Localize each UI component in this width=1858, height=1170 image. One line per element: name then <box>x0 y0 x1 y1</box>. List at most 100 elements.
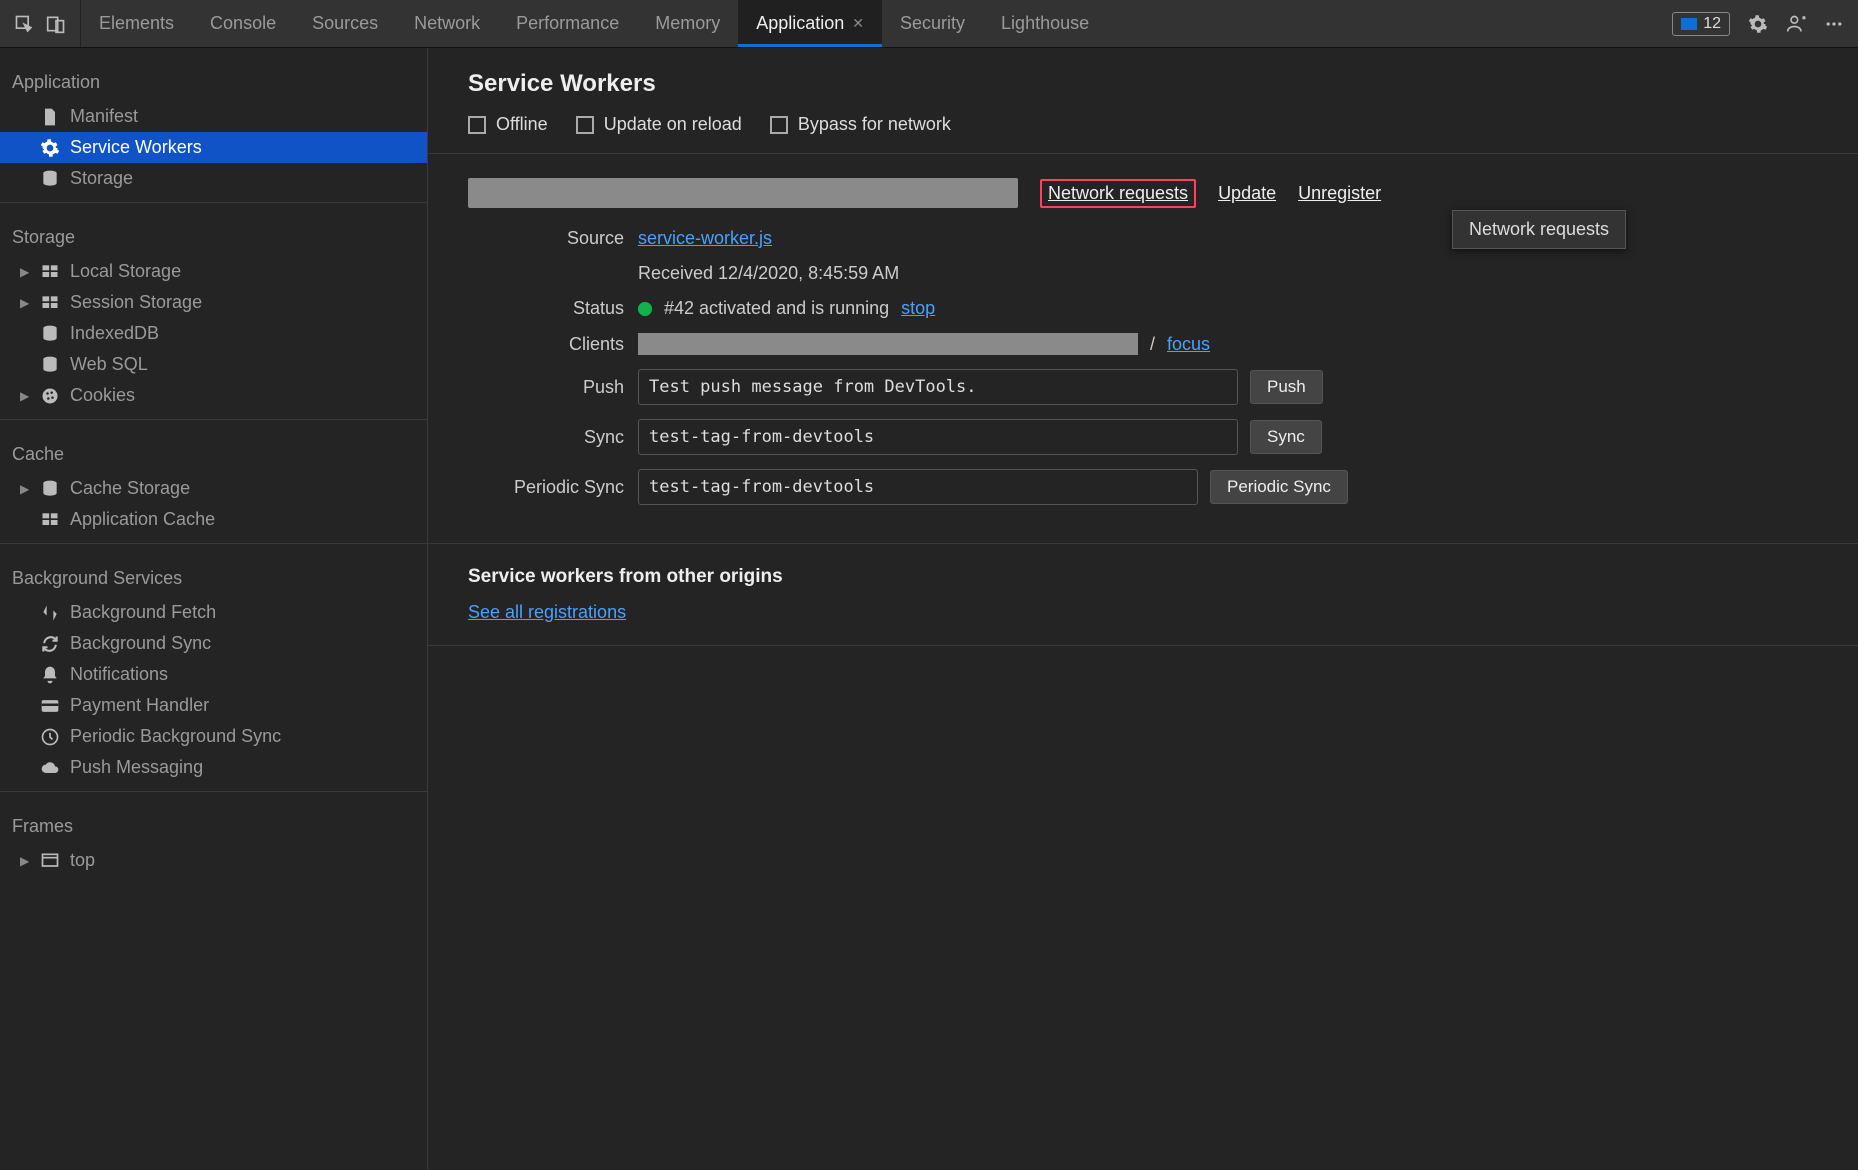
settings-icon[interactable] <box>1748 14 1768 34</box>
unregister-link[interactable]: Unregister <box>1298 183 1381 204</box>
sidebar-item-label: Background Fetch <box>70 602 216 623</box>
sidebar-item-cache-storage[interactable]: ▶ Cache Storage <box>0 473 427 504</box>
network-requests-link-highlight: Network requests <box>1040 179 1196 208</box>
tab-close-icon[interactable]: ✕ <box>852 15 864 32</box>
offline-checkbox[interactable]: Offline <box>468 114 548 135</box>
database-icon <box>40 169 60 189</box>
sidebar-item-label: IndexedDB <box>70 323 159 344</box>
client-url-trail: / <box>1150 334 1155 355</box>
sidebar-group-background-services: Background Services <box>0 552 427 597</box>
sidebar-group-application: Application <box>0 56 427 101</box>
sync-row: Sync Sync <box>468 419 1818 455</box>
devtools-tabbar: Elements Console Sources Network Perform… <box>0 0 1858 48</box>
expand-icon[interactable]: ▶ <box>20 265 30 279</box>
updown-icon <box>40 603 60 623</box>
expand-icon[interactable]: ▶ <box>20 296 30 310</box>
sync-button[interactable]: Sync <box>1250 420 1322 454</box>
network-requests-link[interactable]: Network requests <box>1048 183 1188 203</box>
sidebar-item-background-sync[interactable]: Background Sync <box>0 628 427 659</box>
periodic-sync-button[interactable]: Periodic Sync <box>1210 470 1348 504</box>
sidebar-item-cookies[interactable]: ▶ Cookies <box>0 380 427 411</box>
stop-link[interactable]: stop <box>901 298 935 319</box>
periodic-sync-input[interactable] <box>638 469 1198 505</box>
tab-label: Application <box>756 13 844 34</box>
issues-badge[interactable]: 12 <box>1672 12 1730 36</box>
sidebar-item-label: Session Storage <box>70 292 202 313</box>
inspect-icon[interactable] <box>14 14 34 34</box>
tab-application[interactable]: Application ✕ <box>738 0 882 47</box>
see-all-registrations-link[interactable]: See all registrations <box>468 602 626 622</box>
device-toggle-icon[interactable] <box>46 14 66 34</box>
origin-redacted <box>468 178 1018 208</box>
sidebar-item-label: Background Sync <box>70 633 211 654</box>
account-icon[interactable] <box>1786 14 1806 34</box>
row-label: Push <box>468 377 638 398</box>
sidebar-item-top-frame[interactable]: ▶ top <box>0 845 427 876</box>
update-on-reload-checkbox[interactable]: Update on reload <box>576 114 742 135</box>
row-label: Source <box>468 228 638 249</box>
row-label: Periodic Sync <box>468 477 638 498</box>
cloud-icon <box>40 758 60 778</box>
push-button[interactable]: Push <box>1250 370 1323 404</box>
table-icon <box>40 510 60 530</box>
page-title: Service Workers <box>468 70 1818 98</box>
expand-icon[interactable]: ▶ <box>20 854 30 868</box>
sidebar-item-background-fetch[interactable]: Background Fetch <box>0 597 427 628</box>
sidebar-item-local-storage[interactable]: ▶ Local Storage <box>0 256 427 287</box>
tab-lighthouse[interactable]: Lighthouse <box>983 0 1107 47</box>
checkbox-box-icon <box>576 116 594 134</box>
tab-elements[interactable]: Elements <box>81 0 192 47</box>
expand-icon[interactable]: ▶ <box>20 389 30 403</box>
tab-console[interactable]: Console <box>192 0 294 47</box>
tab-label: Sources <box>312 13 378 34</box>
tab-sources[interactable]: Sources <box>294 0 396 47</box>
client-url-redacted <box>638 333 1138 355</box>
database-icon <box>40 355 60 375</box>
toolbar-left <box>0 0 81 47</box>
sidebar-item-label: Payment Handler <box>70 695 209 716</box>
tab-security[interactable]: Security <box>882 0 983 47</box>
update-link[interactable]: Update <box>1218 183 1276 204</box>
table-icon <box>40 262 60 282</box>
sidebar-item-storage[interactable]: Storage <box>0 163 427 194</box>
sidebar-item-label: Service Workers <box>70 137 202 158</box>
toolbar-right: 12 <box>1658 0 1858 47</box>
focus-link[interactable]: focus <box>1167 334 1210 355</box>
issues-count: 12 <box>1703 15 1721 33</box>
sidebar-item-notifications[interactable]: Notifications <box>0 659 427 690</box>
tab-label: Memory <box>655 13 720 34</box>
sidebar-item-payment-handler[interactable]: Payment Handler <box>0 690 427 721</box>
sidebar-item-manifest[interactable]: Manifest <box>0 101 427 132</box>
tab-memory[interactable]: Memory <box>637 0 738 47</box>
bypass-for-network-checkbox[interactable]: Bypass for network <box>770 114 951 135</box>
tab-network[interactable]: Network <box>396 0 498 47</box>
sidebar-item-service-workers[interactable]: Service Workers <box>0 132 427 163</box>
application-sidebar: Application Manifest Service Workers Sto… <box>0 48 428 1170</box>
expand-icon[interactable]: ▶ <box>20 482 30 496</box>
tab-label: Console <box>210 13 276 34</box>
sidebar-item-periodic-background-sync[interactable]: Periodic Background Sync <box>0 721 427 752</box>
more-icon[interactable] <box>1824 14 1844 34</box>
sync-input[interactable] <box>638 419 1238 455</box>
tab-performance[interactable]: Performance <box>498 0 637 47</box>
sidebar-item-websql[interactable]: Web SQL <box>0 349 427 380</box>
checkbox-box-icon <box>468 116 486 134</box>
tab-label: Security <box>900 13 965 34</box>
push-input[interactable] <box>638 369 1238 405</box>
bell-icon <box>40 665 60 685</box>
source-link[interactable]: service-worker.js <box>638 228 772 249</box>
row-label: Status <box>468 298 638 319</box>
sidebar-item-label: Cache Storage <box>70 478 190 499</box>
database-icon <box>40 479 60 499</box>
checkbox-label: Offline <box>496 114 548 135</box>
sidebar-item-application-cache[interactable]: Application Cache <box>0 504 427 535</box>
sidebar-item-session-storage[interactable]: ▶ Session Storage <box>0 287 427 318</box>
clients-row: Clients / focus <box>468 333 1818 355</box>
sidebar-item-label: Cookies <box>70 385 135 406</box>
tooltip: Network requests <box>1452 210 1626 249</box>
sidebar-item-label: Storage <box>70 168 133 189</box>
tab-label: Network <box>414 13 480 34</box>
checkbox-label: Bypass for network <box>798 114 951 135</box>
sidebar-item-push-messaging[interactable]: Push Messaging <box>0 752 427 783</box>
sidebar-item-indexeddb[interactable]: IndexedDB <box>0 318 427 349</box>
